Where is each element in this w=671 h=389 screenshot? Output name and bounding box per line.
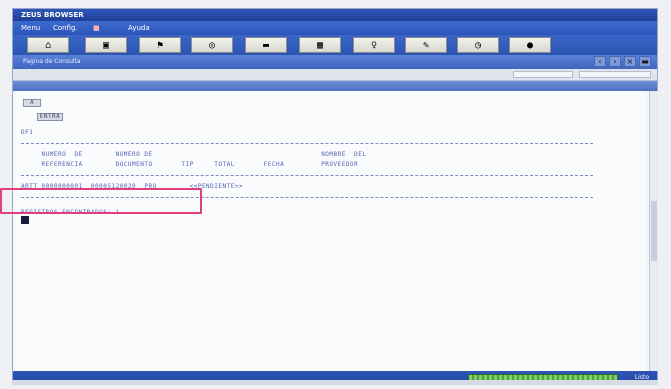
flag-icon[interactable]: ⚑	[139, 37, 181, 53]
result-highlight-box	[0, 188, 202, 214]
navigation-bar	[13, 69, 657, 81]
menu-item-config[interactable]: Config.	[53, 21, 78, 35]
header-row-2: REFERENCIA DOCUMENTO TIP TOTAL FECHA PRO…	[21, 161, 359, 168]
navigation-field[interactable]	[513, 71, 573, 78]
address-bar: Pagina de Consulta ‹ › × ▬	[13, 55, 657, 69]
menu-item-menu[interactable]: Menu	[21, 21, 40, 35]
edit-icon[interactable]: ✎	[405, 37, 447, 53]
address-label: Pagina de Consulta	[23, 58, 81, 65]
menu-item-help[interactable]: Ayuda	[128, 21, 150, 35]
session-bar	[13, 81, 657, 91]
enter-button[interactable]: ENTRA	[37, 113, 63, 121]
terminal-screen: A ENTRA DF1 NUMERO DE NUMERO DE NOMBRE D…	[15, 91, 645, 371]
separator-line	[21, 143, 593, 144]
car-icon[interactable]: ▬	[245, 37, 287, 53]
header-row-1: NUMERO DE NUMERO DE NOMBRE DEL	[21, 151, 367, 158]
scrollbar-thumb[interactable]	[651, 201, 657, 261]
menu-bar: Menu Config. ■ Ayuda	[13, 21, 657, 35]
stop-icon[interactable]: ×	[624, 56, 636, 67]
clock-icon[interactable]: ◷	[457, 37, 499, 53]
search-field[interactable]	[579, 71, 651, 78]
folder-icon[interactable]: ▣	[85, 37, 127, 53]
text-cursor	[21, 216, 29, 224]
record-icon[interactable]: ■	[93, 21, 100, 35]
globe-icon[interactable]: ◎	[191, 37, 233, 53]
function-key-button[interactable]: A	[23, 99, 41, 107]
lamp-icon[interactable]: ♀	[353, 37, 395, 53]
back-icon[interactable]: ‹	[594, 56, 606, 67]
horizontal-scrollbar[interactable]	[12, 380, 658, 385]
program-line: DF1	[21, 129, 34, 136]
separator-line	[21, 175, 593, 176]
forward-icon[interactable]: ›	[609, 56, 621, 67]
info-icon[interactable]: ●	[509, 37, 551, 53]
home-icon[interactable]: ⌂	[27, 37, 69, 53]
calendar-icon[interactable]: ▦	[299, 37, 341, 53]
vertical-scrollbar[interactable]	[649, 91, 658, 371]
window-title: ZEUS BROWSER	[13, 9, 657, 21]
minimize-icon[interactable]: ▬	[639, 56, 651, 67]
toolbar: ⌂ ▣ ⚑ ◎ ▬ ▦ ♀ ✎ ◷ ●	[13, 35, 657, 55]
